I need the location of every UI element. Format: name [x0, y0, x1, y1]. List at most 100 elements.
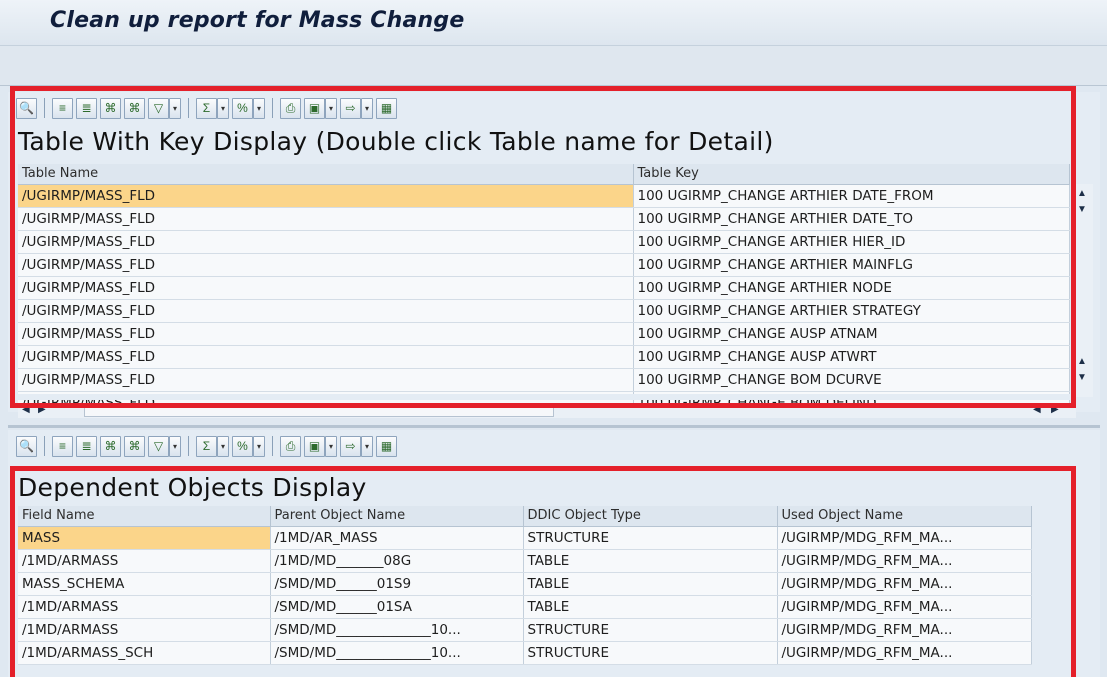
- parent-object-cell[interactable]: /SMD/MD______________10...: [270, 641, 524, 665]
- table-row[interactable]: MASS/1MD/AR_MASS STRUCTURE/UGIRMP/MDG_RFM…: [18, 526, 1032, 550]
- parent-object-cell[interactable]: /1MD/MD_______08G: [270, 549, 524, 573]
- ddic-type-cell[interactable]: TABLE: [523, 595, 778, 619]
- used-object-cell[interactable]: /UGIRMP/MDG_RFM_MA...: [777, 618, 1032, 642]
- export-dropdown-icon[interactable]: ▾: [361, 435, 373, 457]
- used-object-cell[interactable]: /UGIRMP/MDG_RFM_MA...: [777, 549, 1032, 573]
- export-icon[interactable]: ⇨: [340, 435, 361, 457]
- scroll-left-icon[interactable]: ◀: [1033, 404, 1041, 415]
- column-header-table-name[interactable]: Table Name: [18, 164, 634, 185]
- table-row[interactable]: /1MD/ARMASS/SMD/MD______________10... STR…: [18, 618, 1032, 642]
- subtotal-dropdown-icon[interactable]: ▾: [253, 435, 265, 457]
- upper-vertical-scrollbar[interactable]: ▲ ▼ ▲ ▼: [1073, 184, 1093, 397]
- find-icon[interactable]: ⌘: [100, 435, 121, 457]
- table-key-cell[interactable]: 100 UGIRMP_CHANGE ARTHIER STRATEGY: [633, 299, 1070, 323]
- scrollbar-thumb[interactable]: [84, 405, 554, 417]
- subtotal-dropdown-icon[interactable]: ▾: [253, 97, 265, 119]
- table-name-cell[interactable]: /UGIRMP/MASS_FLD: [18, 253, 634, 277]
- table-row[interactable]: /UGIRMP/MASS_FLD 100 UGIRMP_CHANGE ARTHIE…: [18, 253, 1070, 277]
- ddic-type-cell[interactable]: STRUCTURE: [523, 526, 778, 550]
- sort-ascending-icon[interactable]: ≡: [52, 435, 73, 457]
- table-key-cell[interactable]: 100 UGIRMP_CHANGE ARTHIER NODE: [633, 276, 1070, 300]
- field-name-cell[interactable]: /1MD/ARMASS: [18, 595, 271, 619]
- parent-object-cell[interactable]: /1MD/AR_MASS: [270, 526, 524, 550]
- scroll-right-icon[interactable]: ▶: [38, 404, 46, 415]
- column-header-used-object-name[interactable]: Used Object Name: [777, 506, 1032, 527]
- used-object-cell[interactable]: /UGIRMP/MDG_RFM_MA...: [777, 641, 1032, 665]
- table-row[interactable]: /1MD/ARMASS/SMD/MD______01SA TABLE/UGIRMP…: [18, 595, 1032, 619]
- table-row[interactable]: /UGIRMP/MASS_FLD 100 UGIRMP_CHANGE BOM DC…: [18, 368, 1070, 392]
- field-name-cell[interactable]: MASS_SCHEMA: [18, 572, 271, 596]
- subtotal-icon[interactable]: %: [232, 97, 253, 119]
- sum-dropdown-icon[interactable]: ▾: [217, 435, 229, 457]
- find-icon[interactable]: ⌘: [100, 97, 121, 119]
- table-key-cell[interactable]: 100 UGIRMP_CHANGE ARTHIER HIER_ID: [633, 230, 1070, 254]
- ddic-type-cell[interactable]: TABLE: [523, 572, 778, 596]
- ddic-type-cell[interactable]: STRUCTURE: [523, 618, 778, 642]
- table-row[interactable]: /UGIRMP/MASS_FLD 100 UGIRMP_CHANGE ARTHIE…: [18, 299, 1070, 323]
- views-icon[interactable]: ▣: [304, 435, 325, 457]
- sum-dropdown-icon[interactable]: ▾: [217, 97, 229, 119]
- filter-dropdown-icon[interactable]: ▾: [169, 97, 181, 119]
- field-name-cell[interactable]: /1MD/ARMASS_SCH: [18, 641, 271, 665]
- print-icon[interactable]: ⎙: [280, 97, 301, 119]
- table-name-cell[interactable]: /UGIRMP/MASS_FLD: [18, 299, 634, 323]
- column-header-parent-object-name[interactable]: Parent Object Name: [270, 506, 524, 527]
- table-name-cell[interactable]: /UGIRMP/MASS_FLD: [18, 207, 634, 231]
- export-icon[interactable]: ⇨: [340, 97, 361, 119]
- table-name-cell[interactable]: /UGIRMP/MASS_FLD: [18, 368, 634, 392]
- sort-ascending-icon[interactable]: ≡: [52, 97, 73, 119]
- scroll-up-icon[interactable]: ▲: [1077, 356, 1087, 367]
- sum-icon[interactable]: Σ: [196, 435, 217, 457]
- ddic-type-cell[interactable]: STRUCTURE: [523, 641, 778, 665]
- table-key-cell[interactable]: 100 UGIRMP_CHANGE AUSP ATWRT: [633, 345, 1070, 369]
- splitter[interactable]: [8, 425, 1100, 428]
- table-row[interactable]: /1MD/ARMASS/1MD/MD_______08G TABLE/UGIRMP…: [18, 549, 1032, 573]
- views-icon[interactable]: ▣: [304, 97, 325, 119]
- table-name-cell[interactable]: /UGIRMP/MASS_FLD: [18, 230, 634, 254]
- details-icon[interactable]: 🔍: [16, 97, 37, 119]
- used-object-cell[interactable]: /UGIRMP/MDG_RFM_MA...: [777, 595, 1032, 619]
- scroll-up-icon[interactable]: ▲: [1077, 188, 1087, 199]
- print-icon[interactable]: ⎙: [280, 435, 301, 457]
- table-key-cell[interactable]: 100 UGIRMP_CHANGE AUSP ATNAM: [633, 322, 1070, 346]
- table-key-cell[interactable]: 100 UGIRMP_CHANGE ARTHIER DATE_FROM: [633, 184, 1070, 208]
- table-row[interactable]: MASS_SCHEMA/SMD/MD______01S9 TABLE/UGIRMP…: [18, 572, 1032, 596]
- parent-object-cell[interactable]: /SMD/MD______________10...: [270, 618, 524, 642]
- export-dropdown-icon[interactable]: ▾: [361, 97, 373, 119]
- table-name-cell[interactable]: /UGIRMP/MASS_FLD: [18, 345, 634, 369]
- field-name-cell[interactable]: /1MD/ARMASS: [18, 618, 271, 642]
- ddic-type-cell[interactable]: TABLE: [523, 549, 778, 573]
- column-header-table-key[interactable]: Table Key: [633, 164, 1070, 185]
- sum-icon[interactable]: Σ: [196, 97, 217, 119]
- scroll-right-icon[interactable]: ▶: [1051, 404, 1059, 415]
- views-dropdown-icon[interactable]: ▾: [325, 97, 337, 119]
- layout-icon[interactable]: ▦: [376, 97, 397, 119]
- filter-icon[interactable]: ▽: [148, 435, 169, 457]
- layout-icon[interactable]: ▦: [376, 435, 397, 457]
- table-name-cell[interactable]: /UGIRMP/MASS_FLD: [18, 184, 634, 208]
- sort-descending-icon[interactable]: ≣: [76, 97, 97, 119]
- used-object-cell[interactable]: /UGIRMP/MDG_RFM_MA...: [777, 526, 1032, 550]
- table-row[interactable]: /UGIRMP/MASS_FLD 100 UGIRMP_CHANGE ARTHIE…: [18, 207, 1070, 231]
- scroll-down-icon[interactable]: ▼: [1077, 372, 1087, 383]
- subtotal-icon[interactable]: %: [232, 435, 253, 457]
- views-dropdown-icon[interactable]: ▾: [325, 435, 337, 457]
- table-row[interactable]: /UGIRMP/MASS_FLD 100 UGIRMP_CHANGE AUSP A…: [18, 345, 1070, 369]
- sort-descending-icon[interactable]: ≣: [76, 435, 97, 457]
- column-header-ddic-object-type[interactable]: DDIC Object Type: [523, 506, 778, 527]
- upper-horizontal-scrollbar[interactable]: ◀ ▶ ◀ ▶: [18, 403, 1076, 418]
- find-next-icon[interactable]: ⌘: [124, 435, 145, 457]
- filter-icon[interactable]: ▽: [148, 97, 169, 119]
- table-row[interactable]: /UGIRMP/MASS_FLD 100 UGIRMP_CHANGE ARTHIE…: [18, 230, 1070, 254]
- table-row[interactable]: /UGIRMP/MASS_FLD 100 UGIRMP_CHANGE AUSP A…: [18, 322, 1070, 346]
- table-row[interactable]: /1MD/ARMASS_SCH/SMD/MD______________10..…: [18, 641, 1032, 665]
- table-key-cell[interactable]: 100 UGIRMP_CHANGE BOM DCURVE: [633, 368, 1070, 392]
- parent-object-cell[interactable]: /SMD/MD______01SA: [270, 595, 524, 619]
- table-name-cell[interactable]: /UGIRMP/MASS_FLD: [18, 322, 634, 346]
- table-key-cell[interactable]: 100 UGIRMP_CHANGE ARTHIER DATE_TO: [633, 207, 1070, 231]
- field-name-cell[interactable]: MASS: [18, 526, 271, 550]
- scroll-down-icon[interactable]: ▼: [1077, 204, 1087, 215]
- find-next-icon[interactable]: ⌘: [124, 97, 145, 119]
- column-header-field-name[interactable]: Field Name: [18, 506, 271, 527]
- table-name-cell[interactable]: /UGIRMP/MASS_FLD: [18, 276, 634, 300]
